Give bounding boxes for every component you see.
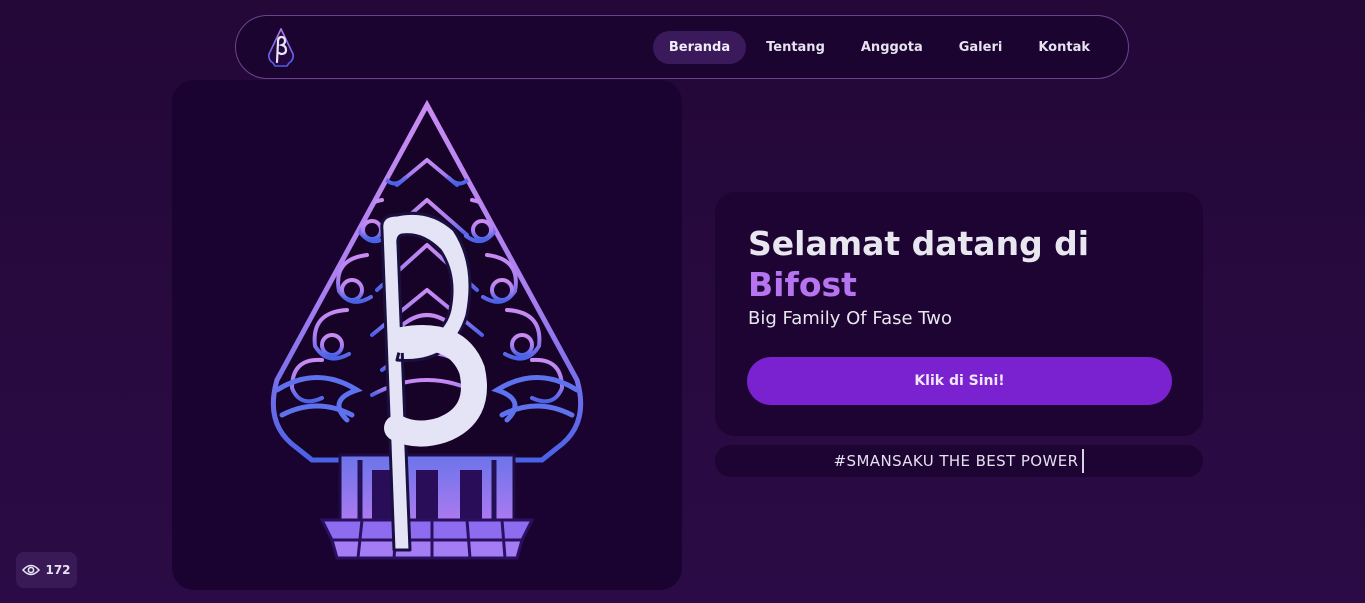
nav-link-beranda[interactable]: Beranda	[652, 31, 747, 64]
brand-subtitle: Big Family Of Fase Two	[748, 308, 953, 329]
nav-link-galeri[interactable]: Galeri	[943, 31, 1019, 64]
typing-caret	[1082, 449, 1085, 473]
gunungan-beta-logo	[270, 99, 584, 560]
eye-icon	[22, 564, 41, 576]
welcome-card: Selamat datang di Bifost Big Family Of F…	[715, 192, 1203, 436]
nav-link-kontak[interactable]: Kontak	[1022, 31, 1106, 64]
tagline-text: #SMANSAKU THE BEST POWER	[833, 452, 1079, 470]
welcome-heading: Selamat datang di	[748, 224, 1090, 263]
nav-link-anggota[interactable]: Anggota	[845, 31, 939, 64]
view-counter: 172	[16, 552, 77, 588]
bifost-logo-icon[interactable]	[266, 28, 296, 68]
tagline-bar: #SMANSAKU THE BEST POWER	[715, 445, 1203, 477]
nav-link-tentang[interactable]: Tentang	[750, 31, 841, 64]
hero-image-card	[172, 80, 682, 590]
view-count: 172	[45, 563, 71, 577]
nav-links: Beranda Tentang Anggota Galeri Kontak	[652, 31, 1106, 64]
click-here-button[interactable]: Klik di Sini!	[747, 357, 1172, 405]
brand-name: Bifost	[748, 265, 857, 304]
navbar: Beranda Tentang Anggota Galeri Kontak	[235, 15, 1129, 79]
